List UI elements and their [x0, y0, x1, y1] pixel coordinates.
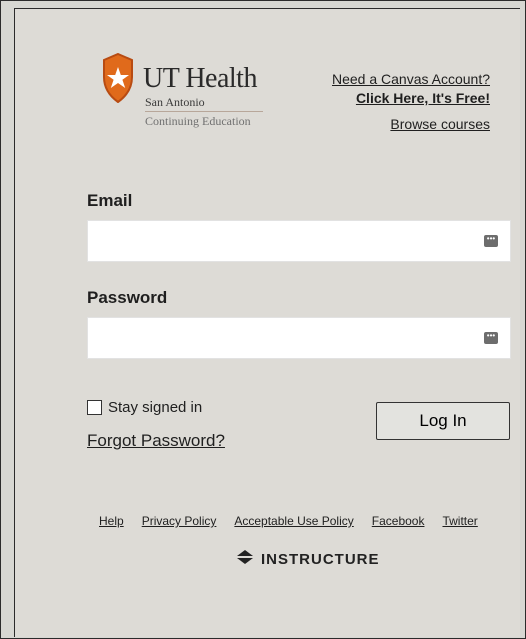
password-field-container[interactable]: ••• — [87, 317, 511, 359]
browse-courses: Browse courses — [390, 116, 490, 132]
password-manager-icon[interactable]: ••• — [484, 332, 498, 344]
instructure-icon — [237, 550, 253, 568]
stay-signed-in-checkbox[interactable] — [87, 400, 102, 415]
logo-title: UT Health — [143, 63, 257, 94]
login-button[interactable]: Log In — [376, 402, 510, 440]
footer-link-twitter[interactable]: Twitter — [442, 514, 477, 528]
footer-link-privacy[interactable]: Privacy Policy — [142, 514, 217, 528]
logo-department: Continuing Education — [145, 114, 251, 128]
footer-links: Help Privacy Policy Acceptable Use Polic… — [99, 514, 478, 528]
stay-signed-in[interactable]: Stay signed in — [87, 399, 202, 416]
password-manager-icon[interactable]: ••• — [484, 235, 498, 247]
instructure-brand: INSTRUCTURE — [237, 550, 380, 568]
login-panel: UT Health San Antonio Continuing Educati… — [14, 8, 520, 637]
browse-courses-link[interactable]: Browse courses — [390, 116, 490, 132]
logo-location: San Antonio — [145, 95, 205, 109]
ut-health-logo: UT Health San Antonio Continuing Educati… — [99, 53, 269, 133]
password-label: Password — [87, 288, 168, 307]
footer-link-help[interactable]: Help — [99, 514, 124, 528]
footer-link-facebook[interactable]: Facebook — [372, 514, 425, 528]
account-links: Need a Canvas Account? Click Here, It's … — [332, 70, 490, 108]
password-input[interactable] — [96, 318, 480, 358]
email-input[interactable] — [96, 221, 480, 261]
email-label: Email — [87, 191, 133, 210]
brand-name: INSTRUCTURE — [261, 550, 380, 568]
need-account-link[interactable]: Need a Canvas Account? — [332, 71, 490, 87]
forgot-password-link[interactable]: Forgot Password? — [87, 431, 225, 451]
email-field-container[interactable]: ••• — [87, 220, 511, 262]
stay-signed-in-label: Stay signed in — [108, 399, 203, 416]
logo-divider — [145, 111, 263, 112]
create-account-link[interactable]: Click Here, It's Free! — [356, 90, 490, 106]
footer-link-acceptable-use[interactable]: Acceptable Use Policy — [234, 514, 353, 528]
shield-icon — [103, 53, 133, 103]
